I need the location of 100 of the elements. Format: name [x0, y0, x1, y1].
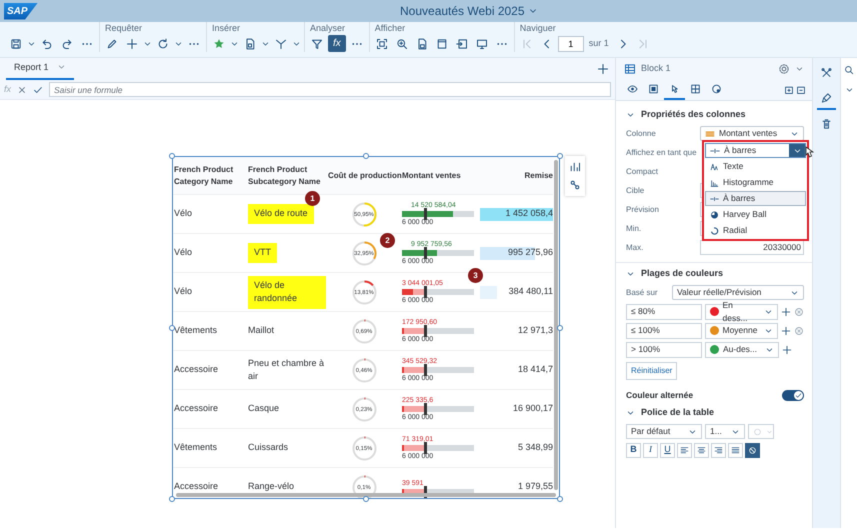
resize-handle[interactable] [363, 153, 369, 159]
dropdown-option[interactable]: Histogramme [705, 175, 806, 190]
page-field[interactable]: 1 [558, 36, 584, 52]
branch-icon[interactable] [275, 38, 287, 50]
ring-gauge [350, 434, 378, 462]
scrollbar[interactable] [554, 160, 558, 490]
column-header: Montant ventes [402, 170, 461, 180]
dropdown-option[interactable]: Radial [705, 223, 806, 238]
dropdown-option[interactable]: Harvey Ball [705, 207, 806, 222]
based-on-select[interactable]: Valeur réelle/Prévision [672, 285, 804, 300]
table-cell: Vélo de route [248, 204, 314, 224]
document-icon[interactable] [244, 38, 256, 50]
formula-button[interactable]: fx [328, 35, 346, 52]
ring-gauge [350, 318, 378, 344]
add-icon[interactable] [781, 324, 791, 336]
callout-marker: 3 [468, 268, 483, 283]
formula-field[interactable]: Saisir une formule [49, 82, 611, 97]
format-button[interactable] [745, 442, 760, 458]
table-cell-text: Maillot [248, 324, 274, 338]
undo-icon[interactable] [41, 38, 53, 50]
search-icon[interactable] [844, 64, 854, 76]
bullet-bar [402, 445, 474, 451]
bullet-bar [402, 211, 474, 217]
input-field[interactable]: 20330000 [700, 240, 804, 255]
table-cell: Vélo [174, 208, 192, 218]
threshold-field[interactable]: > 100% [626, 342, 702, 358]
pencil-icon[interactable] [106, 38, 118, 50]
resize-handle[interactable] [363, 496, 369, 502]
table-cell: 995 275,96 [480, 246, 553, 260]
format-button[interactable]: B [626, 442, 641, 458]
zoom-icon[interactable] [396, 38, 408, 50]
dropdown-option[interactable]: À barres [705, 191, 806, 206]
palette-icon [711, 83, 722, 95]
resize-handle[interactable] [557, 153, 563, 159]
scrollbar[interactable] [176, 493, 556, 497]
align-center-icon [697, 446, 706, 454]
align-left-icon [680, 446, 689, 454]
layout-icon [690, 83, 701, 95]
pointer-icon [669, 83, 680, 95]
color-select[interactable]: En dess... [704, 304, 778, 320]
fit-icon[interactable] [376, 38, 388, 50]
table-cell-text: Casque [248, 402, 280, 416]
justify-icon [731, 446, 740, 454]
add-icon[interactable] [781, 306, 791, 318]
ring-gauge [350, 474, 378, 498]
table-cell: Vêtements [174, 442, 218, 452]
resize-handle[interactable] [169, 153, 175, 159]
add-icon[interactable] [126, 38, 138, 50]
threshold-field[interactable]: ≤ 80% [626, 304, 702, 320]
table-cell: Vélo [174, 286, 192, 296]
remove-icon[interactable] [794, 324, 804, 336]
ring-gauge [350, 200, 378, 228]
table-icon [624, 63, 636, 75]
ring-gauge [350, 356, 378, 384]
group-label: Requêter [105, 23, 142, 33]
color-select[interactable]: Au-des... [705, 342, 779, 358]
add-icon[interactable] [597, 63, 609, 76]
format-button[interactable]: U [660, 442, 675, 458]
brush-icon [821, 92, 832, 104]
resize-handle[interactable] [169, 325, 175, 331]
collapse-icon[interactable] [796, 84, 806, 96]
column-select[interactable]: Montant ventes [700, 126, 804, 141]
reset-button[interactable]: Réinitialiser [626, 362, 678, 380]
remove-icon[interactable] [794, 306, 804, 318]
toggle-switch[interactable] [782, 390, 804, 400]
link-icon[interactable] [569, 179, 581, 191]
dropdown-option[interactable]: Texte [705, 159, 806, 174]
expand-icon[interactable] [784, 84, 794, 96]
size-select[interactable]: 1... [705, 424, 745, 439]
threshold-field[interactable]: ≤ 100% [626, 322, 702, 338]
table-cell-text: 1 979,55 [516, 480, 553, 494]
font-select[interactable]: Par défaut [626, 424, 702, 439]
table-cell-text: 5 348,99 [516, 442, 553, 454]
section-title: Police de la table [641, 406, 714, 420]
color-select[interactable] [748, 424, 774, 439]
monitor-icon[interactable] [476, 38, 488, 50]
format-button[interactable]: I [643, 442, 658, 458]
ring-gauge [350, 240, 378, 266]
resize-handle[interactable] [557, 496, 563, 502]
display-select[interactable]: À barres [705, 143, 806, 158]
resize-handle[interactable] [169, 496, 175, 502]
group-label: Naviguer [520, 23, 556, 33]
header-icon[interactable] [436, 38, 448, 50]
filter-icon[interactable] [311, 38, 323, 50]
page-icon[interactable] [416, 38, 428, 50]
refresh-icon[interactable] [157, 38, 169, 50]
table-cell: 1 452 058,4 [480, 208, 553, 220]
color-select[interactable]: Moyenne [704, 322, 778, 338]
save-icon[interactable] [10, 38, 22, 50]
import-icon[interactable] [456, 38, 468, 50]
toggle-label: Couleur alternée [626, 388, 694, 402]
app-title[interactable]: Nouveautés Webi 2025 [400, 2, 538, 20]
add-icon[interactable] [782, 344, 792, 356]
resize-handle[interactable] [557, 325, 563, 331]
settings-icon[interactable] [778, 63, 790, 75]
redo-icon[interactable] [61, 38, 73, 50]
table-cell: 384 480,11 [480, 286, 553, 298]
align-right-icon [714, 446, 723, 454]
star-icon[interactable] [213, 38, 225, 50]
chart-icon[interactable] [569, 161, 581, 173]
